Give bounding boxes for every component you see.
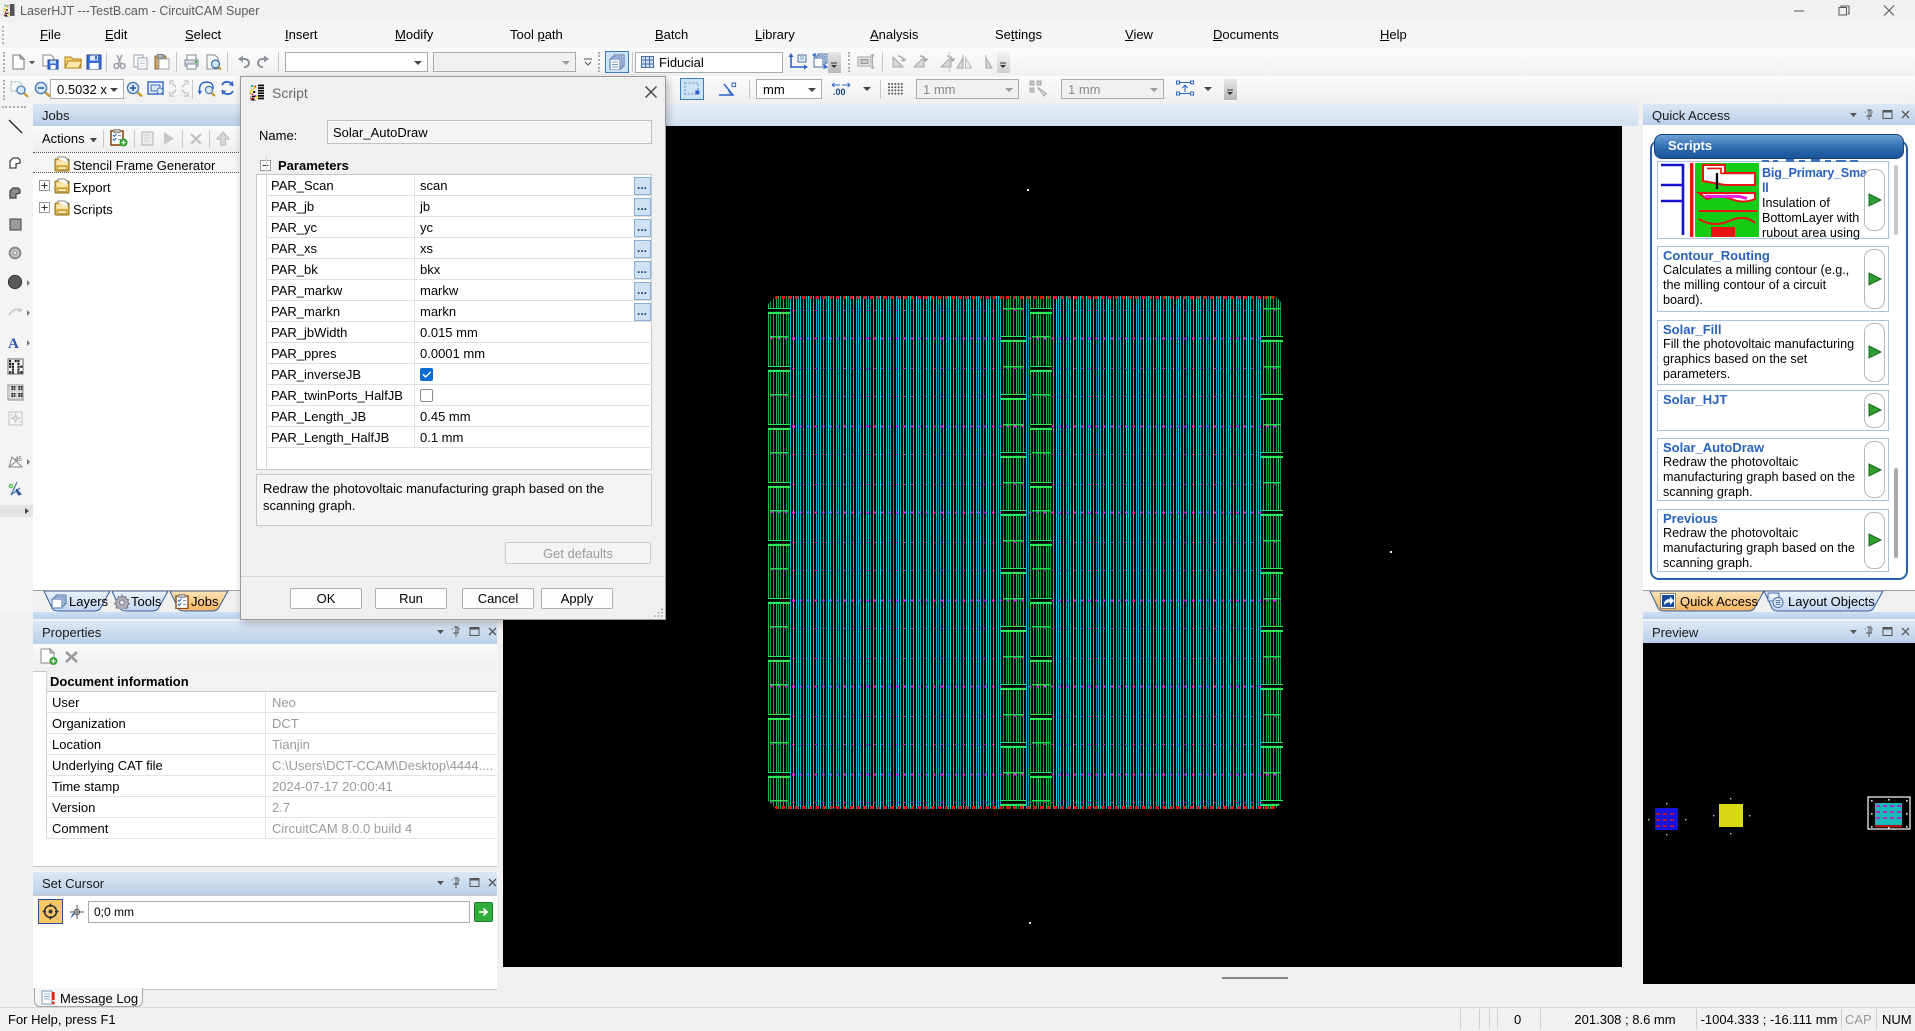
- svg-text:A: A: [8, 336, 19, 351]
- svg-text:.00: .00: [833, 87, 846, 96]
- svg-text:45: 45: [15, 457, 22, 463]
